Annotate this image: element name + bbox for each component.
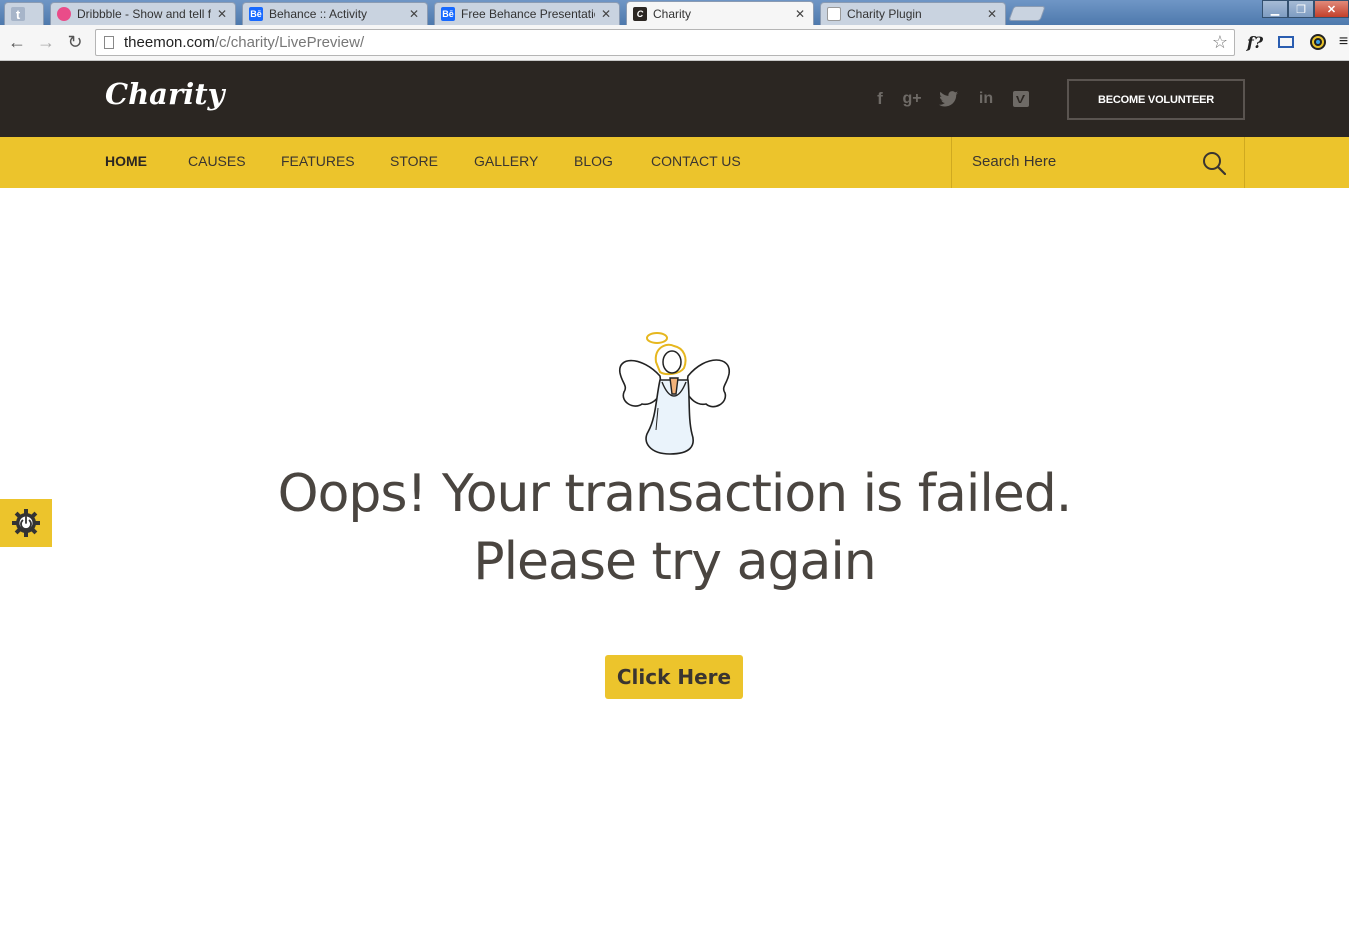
close-icon[interactable]: ✕ xyxy=(795,7,805,21)
close-icon[interactable]: ✕ xyxy=(601,7,611,21)
vimeo-icon[interactable] xyxy=(1009,87,1033,111)
tab-label: Free Behance Presentation xyxy=(461,7,595,21)
error-message: Oops! Your transaction is failed. Please… xyxy=(0,460,1349,596)
nav-item-contact-us[interactable]: CONTACT US xyxy=(651,153,741,169)
font-extension-icon[interactable]: f? xyxy=(1244,31,1266,53)
browser-tab-bar: t Dribbble - Show and tell fo ✕ Bē Behan… xyxy=(0,0,1349,25)
search-icon[interactable] xyxy=(1202,151,1227,176)
close-icon[interactable]: ✕ xyxy=(217,7,227,21)
angel-illustration xyxy=(612,328,736,458)
url-text: theemon.com/c/charity/LivePreview/ xyxy=(124,34,365,51)
dribbble-icon xyxy=(57,7,71,21)
tab-label: Charity xyxy=(653,6,692,21)
error-title-line-1: Oops! Your transaction is failed. xyxy=(277,464,1073,524)
page-icon xyxy=(104,36,114,49)
tab-tumblr[interactable]: t xyxy=(4,2,44,25)
minimize-button[interactable]: ▁ xyxy=(1262,0,1288,18)
screen-capture-icon[interactable] xyxy=(1275,31,1297,53)
nav-item-gallery[interactable]: GALLERY xyxy=(474,153,538,169)
tab-label: Behance :: Activity xyxy=(269,7,368,21)
color-picker-icon[interactable] xyxy=(1307,31,1329,53)
search-input[interactable] xyxy=(972,153,1192,170)
behance-icon: Bē xyxy=(249,7,263,21)
main-nav: HOME CAUSES FEATURES STORE GALLERY BLOG … xyxy=(0,137,1349,188)
page-icon xyxy=(827,7,841,21)
nav-item-home[interactable]: HOME xyxy=(105,153,147,169)
become-volunteer-button[interactable]: BECOME VOLUNTEER xyxy=(1067,79,1245,120)
tab-behance-activity[interactable]: Bē Behance :: Activity ✕ xyxy=(242,2,428,25)
close-window-button[interactable]: ✕ xyxy=(1314,0,1349,18)
facebook-icon[interactable]: f xyxy=(868,87,892,111)
back-arrow-icon[interactable]: ← xyxy=(6,31,28,53)
tab-charity-plugin[interactable]: Charity Plugin ✕ xyxy=(820,2,1006,25)
bookmark-star-icon[interactable]: ☆ xyxy=(1212,32,1228,53)
new-tab-button[interactable] xyxy=(1008,6,1046,21)
browser-toolbar: ← → ↻ theemon.com/c/charity/LivePreview/… xyxy=(0,25,1349,61)
twitter-icon[interactable] xyxy=(937,87,961,111)
forward-arrow-icon[interactable]: → xyxy=(35,31,57,53)
linkedin-icon[interactable]: in xyxy=(974,87,998,111)
tab-behance-presentation[interactable]: Bē Free Behance Presentation ✕ xyxy=(434,2,620,25)
tab-label: Dribbble - Show and tell fo xyxy=(77,7,211,21)
nav-item-store[interactable]: STORE xyxy=(390,153,438,169)
close-icon[interactable]: ✕ xyxy=(409,7,419,21)
error-title-line-2: Please try again xyxy=(473,532,877,592)
maximize-button[interactable]: ❐ xyxy=(1288,0,1314,18)
tab-charity[interactable]: C Charity ✕ xyxy=(626,1,814,25)
google-plus-icon[interactable]: g+ xyxy=(900,87,924,111)
behance-icon: Bē xyxy=(441,7,455,21)
site-logo[interactable]: Charity xyxy=(105,77,225,111)
address-bar[interactable]: theemon.com/c/charity/LivePreview/ ☆ xyxy=(95,29,1235,56)
site-header: Charity f g+ in BECOME VOLUNTEER xyxy=(0,61,1349,137)
retry-button[interactable]: Click Here xyxy=(605,655,743,699)
reload-icon[interactable]: ↻ xyxy=(64,31,86,53)
tab-dribbble[interactable]: Dribbble - Show and tell fo ✕ xyxy=(50,2,236,25)
nav-item-causes[interactable]: CAUSES xyxy=(188,153,246,169)
tumblr-icon: t xyxy=(11,7,25,22)
search-box xyxy=(951,137,1245,188)
close-icon[interactable]: ✕ xyxy=(987,7,997,21)
nav-item-features[interactable]: FEATURES xyxy=(281,153,355,169)
nav-item-blog[interactable]: BLOG xyxy=(574,153,613,169)
menu-icon[interactable]: ≡ xyxy=(1338,31,1349,53)
charity-icon: C xyxy=(633,6,647,21)
tab-label: Charity Plugin xyxy=(847,7,922,21)
